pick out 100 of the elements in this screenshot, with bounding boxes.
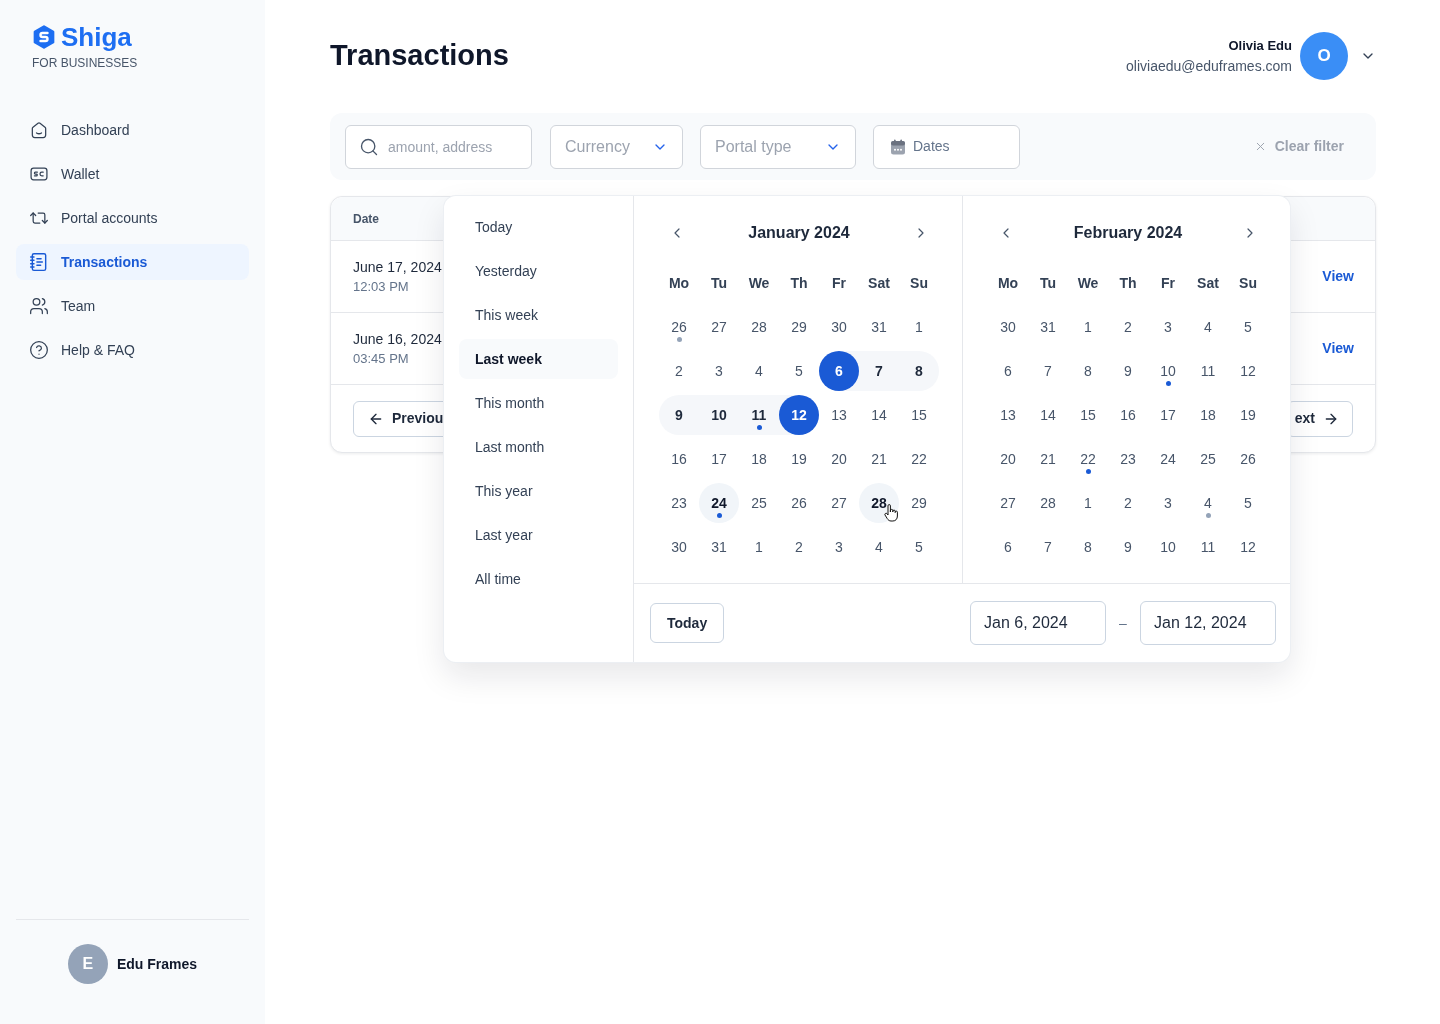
calendar-day[interactable]: 5	[779, 351, 819, 391]
calendar-day[interactable]: 27	[699, 307, 739, 347]
calendar-day[interactable]: 1	[1068, 483, 1108, 523]
calendar-day[interactable]: 9	[659, 395, 699, 435]
calendar-day[interactable]: 25	[739, 483, 779, 523]
calendar-day[interactable]: 2	[1108, 483, 1148, 523]
calendar-day[interactable]: 31	[859, 307, 899, 347]
view-link[interactable]: View	[1322, 266, 1354, 287]
view-link[interactable]: View	[1322, 338, 1354, 359]
calendar-day[interactable]: 15	[1068, 395, 1108, 435]
calendar-day[interactable]: 20	[988, 439, 1028, 479]
calendar-day[interactable]: 6	[988, 351, 1028, 391]
calendar-day[interactable]: 12	[1228, 351, 1268, 391]
preset-option[interactable]: This year	[459, 471, 618, 511]
calendar-day[interactable]: 22	[1068, 439, 1108, 479]
calendar-day[interactable]: 27	[819, 483, 859, 523]
calendar-day[interactable]: 19	[1228, 395, 1268, 435]
calendar-day[interactable]: 10	[1148, 527, 1188, 567]
calendar-day[interactable]: 22	[899, 439, 939, 479]
calendar-day[interactable]: 21	[859, 439, 899, 479]
calendar-day[interactable]: 13	[819, 395, 859, 435]
calendar-day[interactable]: 23	[1108, 439, 1148, 479]
calendar-day[interactable]: 30	[659, 527, 699, 567]
calendar-day[interactable]: 4	[1188, 307, 1228, 347]
calendar-day[interactable]: 7	[1028, 351, 1068, 391]
calendar-day[interactable]: 6	[988, 527, 1028, 567]
calendar-day[interactable]: 4	[1188, 483, 1228, 523]
calendar-day[interactable]: 12	[1228, 527, 1268, 567]
preset-option[interactable]: This month	[459, 383, 618, 423]
calendar-day[interactable]: 7	[859, 351, 899, 391]
start-date-field[interactable]: Jan 6, 2024	[970, 601, 1106, 645]
nav-item[interactable]: Transactions	[16, 244, 249, 280]
calendar-day[interactable]: 26	[1228, 439, 1268, 479]
calendar-day[interactable]: 29	[779, 307, 819, 347]
calendar-day[interactable]: 19	[779, 439, 819, 479]
preset-option[interactable]: This week	[459, 295, 618, 335]
calendar-day[interactable]: 30	[819, 307, 859, 347]
calendar-day[interactable]: 5	[1228, 307, 1268, 347]
calendar-day[interactable]: 7	[1028, 527, 1068, 567]
calendar-day[interactable]: 27	[988, 483, 1028, 523]
calendar-day[interactable]: 9	[1108, 351, 1148, 391]
calendar-day[interactable]: 5	[1228, 483, 1268, 523]
preset-option[interactable]: Last month	[459, 427, 618, 467]
calendar-day[interactable]: 18	[1188, 395, 1228, 435]
calendar-day[interactable]: 8	[1068, 527, 1108, 567]
calendar-day[interactable]: 8	[1068, 351, 1108, 391]
calendar-day[interactable]: 4	[859, 527, 899, 567]
calendar-day[interactable]: 3	[1148, 483, 1188, 523]
calendar-day[interactable]: 6	[819, 351, 859, 391]
preset-option[interactable]: Last week	[459, 339, 618, 379]
calendar-day[interactable]: 3	[699, 351, 739, 391]
end-date-field[interactable]: Jan 12, 2024	[1140, 601, 1276, 645]
calendar-day[interactable]: 14	[859, 395, 899, 435]
calendar-day[interactable]: 8	[899, 351, 939, 391]
calendar-day[interactable]: 17	[1148, 395, 1188, 435]
calendar-day[interactable]: 11	[739, 395, 779, 435]
calendar-day[interactable]: 16	[1108, 395, 1148, 435]
calendar-day[interactable]: 20	[819, 439, 859, 479]
preset-option[interactable]: Today	[459, 207, 618, 247]
dates-button[interactable]: Dates	[873, 124, 1020, 169]
calendar-day[interactable]: 24	[1148, 439, 1188, 479]
calendar-day[interactable]: 24	[699, 483, 739, 523]
today-button[interactable]: Today	[650, 603, 725, 643]
preset-option[interactable]: Yesterday	[459, 251, 618, 291]
calendar-day[interactable]: 1	[899, 307, 939, 347]
calendar-day[interactable]: 28	[859, 483, 899, 523]
calendar-day[interactable]: 11	[1188, 351, 1228, 391]
calendar-day[interactable]: 28	[1028, 483, 1068, 523]
calendar-day[interactable]: 2	[659, 351, 699, 391]
calendar-day[interactable]: 18	[739, 439, 779, 479]
calendar-day[interactable]: 25	[1188, 439, 1228, 479]
calendar-day[interactable]: 12	[779, 395, 819, 435]
calendar-day[interactable]: 2	[1108, 307, 1148, 347]
calendar-day[interactable]: 4	[739, 351, 779, 391]
preset-option[interactable]: All time	[459, 559, 618, 599]
calendar-day[interactable]: 23	[659, 483, 699, 523]
calendar-day[interactable]: 17	[699, 439, 739, 479]
nav-item[interactable]: Help & FAQ	[16, 332, 249, 368]
calendar-day[interactable]: 5	[899, 527, 939, 567]
calendar-day[interactable]: 3	[819, 527, 859, 567]
calendar-day[interactable]: 31	[699, 527, 739, 567]
calendar-day[interactable]: 28	[739, 307, 779, 347]
nav-item[interactable]: Portal accounts	[16, 200, 249, 236]
nav-item[interactable]: Dashboard	[16, 112, 249, 148]
calendar-day[interactable]: 3	[1148, 307, 1188, 347]
calendar-day[interactable]: 10	[699, 395, 739, 435]
calendar-day[interactable]: 9	[1108, 527, 1148, 567]
calendar-day[interactable]: 13	[988, 395, 1028, 435]
calendar-day[interactable]: 30	[988, 307, 1028, 347]
calendar-day[interactable]: 29	[899, 483, 939, 523]
calendar-day[interactable]: 1	[739, 527, 779, 567]
calendar-day[interactable]: 1	[1068, 307, 1108, 347]
calendar-day[interactable]: 15	[899, 395, 939, 435]
preset-option[interactable]: Last year	[459, 515, 618, 555]
calendar-day[interactable]: 14	[1028, 395, 1068, 435]
nav-item[interactable]: Team	[16, 288, 249, 324]
search-field[interactable]: amount, address	[345, 124, 532, 169]
calendar-day[interactable]: 26	[659, 307, 699, 347]
calendar-day[interactable]: 31	[1028, 307, 1068, 347]
calendar-day[interactable]: 11	[1188, 527, 1228, 567]
